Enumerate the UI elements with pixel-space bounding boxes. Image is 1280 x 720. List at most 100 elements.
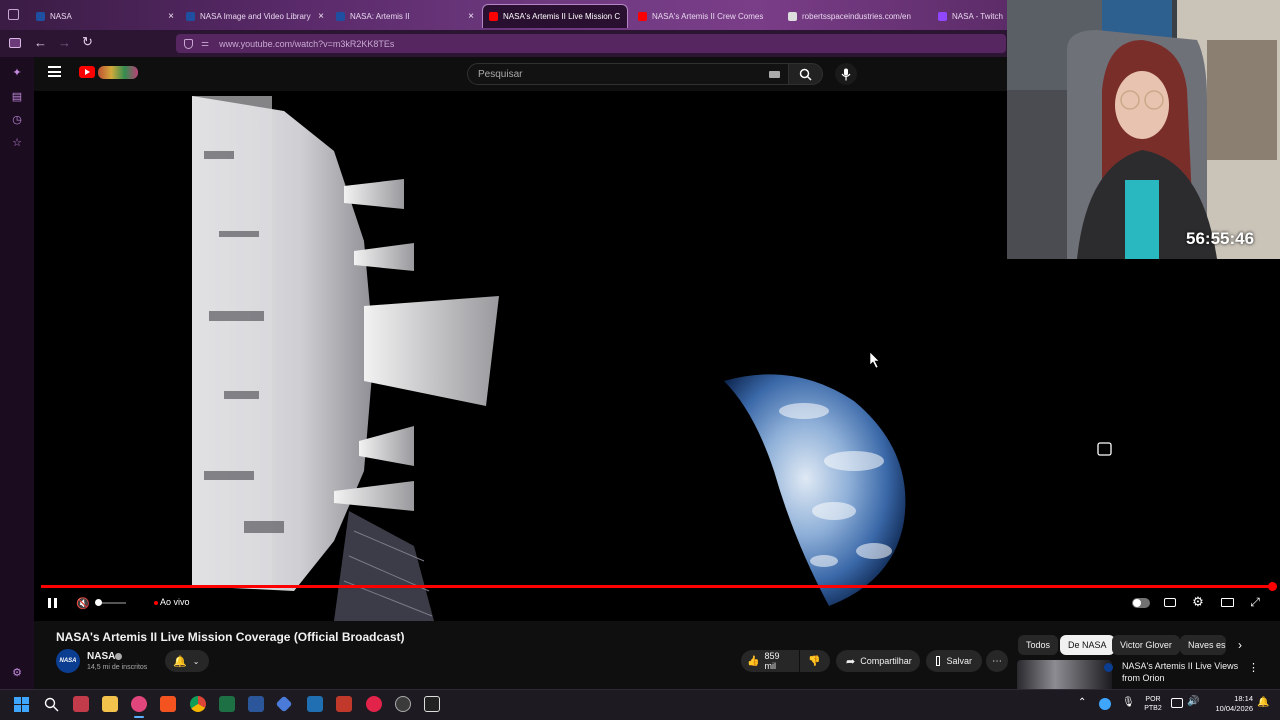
notes-icon[interactable]: ▤ xyxy=(10,90,24,104)
video-title: NASA's Artemis II Live Mission Coverage … xyxy=(56,630,405,644)
chip-label: Todos xyxy=(1026,640,1051,650)
recording-app-icon[interactable] xyxy=(395,696,411,712)
notification-bell-icon[interactable]: 🔔 xyxy=(1257,697,1269,708)
youtube-favicon-icon xyxy=(489,12,498,21)
verified-badge-icon xyxy=(115,653,122,660)
close-tab-icon[interactable]: × xyxy=(162,11,174,22)
excel-icon[interactable] xyxy=(219,696,235,712)
thumbs-up-icon: 👍 xyxy=(747,655,760,667)
tab-label: NASA xyxy=(50,11,72,21)
more-vertical-icon[interactable]: ⋮ xyxy=(1248,661,1259,674)
url-field[interactable]: ⚌ www.youtube.com/watch?v=m3kR2KK8TEs xyxy=(176,34,1006,53)
channel-avatar[interactable]: NASA xyxy=(56,649,80,673)
search-input[interactable]: Pesquisar xyxy=(467,63,789,85)
shield-icon[interactable] xyxy=(184,38,193,49)
filter-chip-spacecraft[interactable]: Naves esp xyxy=(1180,635,1226,655)
pause-icon[interactable] xyxy=(46,597,58,609)
history-clock-icon[interactable]: ◷ xyxy=(10,113,24,127)
channel-name[interactable]: NASA xyxy=(87,651,115,662)
file-explorer-icon[interactable] xyxy=(102,696,118,712)
reload-icon[interactable]: ↻ xyxy=(82,34,93,50)
browser-tab[interactable]: NASA × xyxy=(30,4,180,28)
taskbar-search-icon[interactable] xyxy=(44,697,59,712)
microphone-icon xyxy=(841,68,851,80)
recommended-title-line2: from Orion xyxy=(1122,673,1165,683)
meter-app-icon[interactable] xyxy=(336,696,352,712)
mute-icon[interactable]: 🔇 xyxy=(76,596,90,610)
windows-start-icon[interactable] xyxy=(14,697,29,712)
browser-tab-strip: NASA × NASA Image and Video Library × NA… xyxy=(0,0,1007,30)
recommended-video[interactable]: NASA's Artemis II Live Views from Orion … xyxy=(1017,660,1272,689)
forward-arrow-icon[interactable]: → xyxy=(58,35,71,50)
browser-tab[interactable]: NASA Image and Video Library × xyxy=(180,4,330,28)
browser-tab[interactable]: NASA's Artemis II Crew Comes xyxy=(632,4,782,28)
voice-search-button[interactable] xyxy=(835,63,857,85)
chevron-right-icon[interactable]: › xyxy=(1238,638,1242,652)
subtitles-icon[interactable] xyxy=(1164,598,1176,607)
filter-chip-from-nasa[interactable]: De NASA xyxy=(1060,635,1115,655)
ai-sparkle-icon[interactable]: ✦ xyxy=(10,66,24,80)
filter-chip-victor-glover[interactable]: Victor Glover xyxy=(1112,635,1180,655)
nasa-favicon-icon xyxy=(36,11,45,21)
lc-app-icon[interactable] xyxy=(307,696,323,712)
youtube-logo-icon[interactable] xyxy=(79,66,95,78)
media-player-icon[interactable] xyxy=(366,696,382,712)
bookmark-star-icon[interactable]: ☆ xyxy=(10,136,24,150)
tray-volume-icon[interactable]: 🔊 xyxy=(1187,696,1199,707)
tab-label: NASA - Twitch xyxy=(952,11,1003,21)
doodle-logo-icon xyxy=(98,66,138,79)
dislike-button[interactable]: 👎 xyxy=(800,650,830,672)
close-tab-icon[interactable]: × xyxy=(312,11,324,22)
more-horizontal-icon: ⋯ xyxy=(992,655,1002,667)
sidebar-toggle-icon[interactable] xyxy=(9,38,21,48)
browser-tab[interactable]: NASA: Artemis II × xyxy=(330,4,480,28)
tray-chevron-up-icon[interactable]: ⌃ xyxy=(1078,697,1086,708)
theater-mode-icon[interactable] xyxy=(1221,598,1234,607)
filter-chip-all[interactable]: Todos xyxy=(1018,635,1059,655)
tab-overview-icon[interactable] xyxy=(8,9,19,20)
stream-deck-icon[interactable] xyxy=(424,696,440,712)
live-label[interactable]: Ao vivo xyxy=(160,597,190,607)
player-controls: 🔇 Ao vivo ⚙ ⤢ xyxy=(34,590,1280,618)
save-button[interactable]: Salvar xyxy=(926,650,982,672)
like-button[interactable]: 👍 859 mil xyxy=(741,650,799,672)
close-tab-icon[interactable]: × xyxy=(462,11,474,22)
tab-label: NASA Image and Video Library xyxy=(200,11,311,21)
settings-gear-icon[interactable]: ⚙ xyxy=(1191,594,1205,609)
browser-tab[interactable]: robertsspaceindustries.com/en xyxy=(782,4,932,28)
opera-gx-icon[interactable] xyxy=(131,696,147,712)
taskbar-app-icon[interactable] xyxy=(73,696,89,712)
system-clock[interactable]: 18:14 10/04/2026 xyxy=(1205,694,1253,714)
language-indicator[interactable]: POR PTB2 xyxy=(1143,695,1163,713)
menu-hamburger-icon[interactable] xyxy=(48,66,61,77)
tray-network-app-icon[interactable] xyxy=(1099,698,1111,710)
autoplay-toggle[interactable] xyxy=(1132,598,1150,608)
search-placeholder: Pesquisar xyxy=(478,68,523,80)
tab-label: NASA's Artemis II Crew Comes xyxy=(652,11,764,21)
search-button[interactable] xyxy=(789,63,823,85)
share-button[interactable]: ➦ Compartilhar xyxy=(836,650,920,672)
rsi-favicon-icon xyxy=(788,11,797,21)
volume-handle[interactable] xyxy=(95,599,102,606)
site-settings-icon[interactable]: ⚌ xyxy=(201,38,209,49)
brave-browser-icon[interactable] xyxy=(160,696,176,712)
chrome-icon[interactable] xyxy=(190,696,206,712)
tab-label: NASA: Artemis II xyxy=(350,11,410,21)
notification-bell-button[interactable]: 🔔 ⌄ xyxy=(165,650,209,672)
thumbs-down-icon: 👎 xyxy=(808,655,821,667)
live-dot-icon xyxy=(154,601,158,605)
settings-gear-icon[interactable]: ⚙ xyxy=(10,666,24,680)
browser-tab[interactable]: NASA - Twitch xyxy=(932,4,1007,28)
tray-microphone-icon[interactable]: 🎙 xyxy=(1122,697,1135,708)
browser-tab-active[interactable]: NASA's Artemis II Live Mission C × xyxy=(482,4,628,28)
more-actions-button[interactable]: ⋯ xyxy=(986,650,1008,672)
progress-bar[interactable] xyxy=(41,585,1273,588)
close-tab-icon[interactable]: × xyxy=(620,11,627,22)
youtube-favicon-icon xyxy=(638,11,647,21)
back-arrow-icon[interactable]: ← xyxy=(34,35,47,50)
keyboard-layout: PTB2 xyxy=(1144,705,1162,712)
fullscreen-icon[interactable]: ⤢ xyxy=(1248,595,1262,609)
keyboard-icon[interactable] xyxy=(769,71,780,78)
tray-wifi-icon[interactable] xyxy=(1171,698,1183,708)
word-icon[interactable] xyxy=(248,696,264,712)
